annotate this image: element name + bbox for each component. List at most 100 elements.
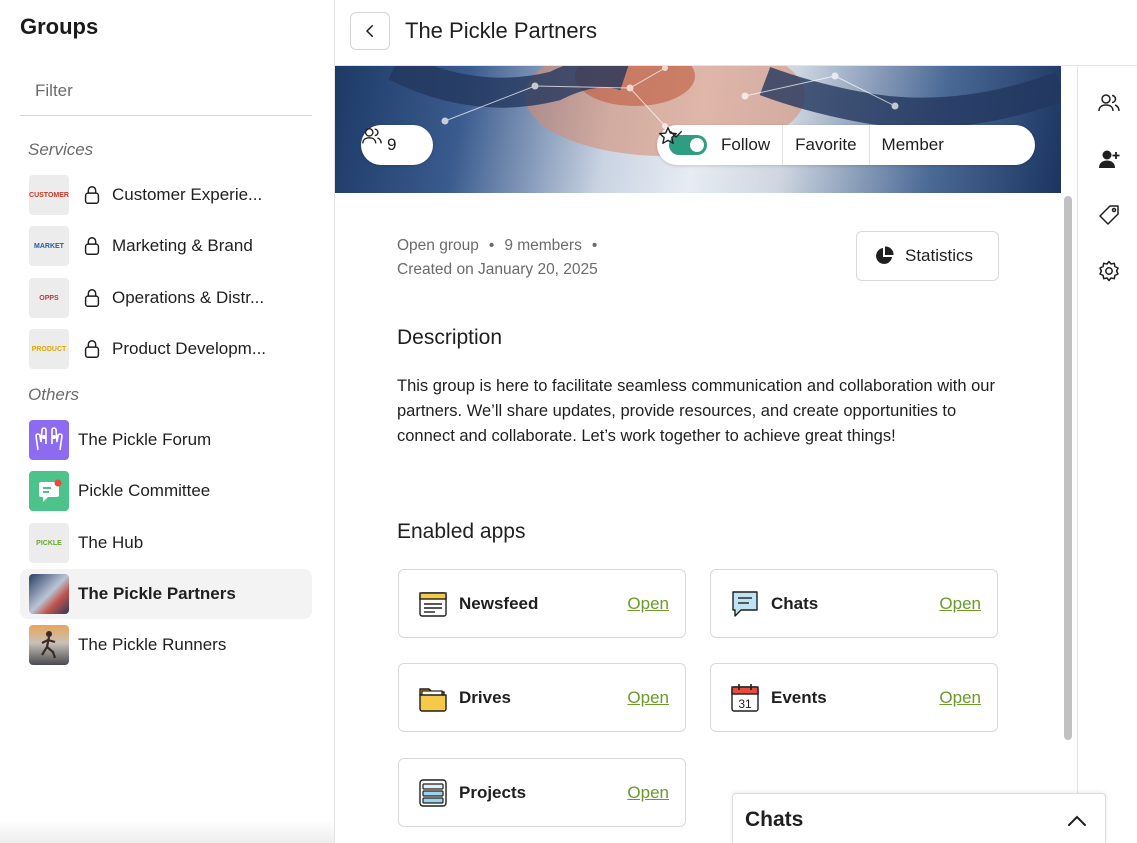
thumbnail-logo-text: CUSTOMER: [29, 191, 69, 199]
group-label: Product Developm...: [112, 339, 267, 358]
section-label-services: Services: [28, 140, 94, 159]
app-name: Chats: [771, 593, 819, 613]
members-icon: [362, 127, 382, 144]
tag-icon[interactable]: [1097, 203, 1121, 227]
group-label: Operations & Distr...: [112, 288, 265, 307]
group-thumbnail: PICKLE: [29, 523, 69, 563]
add-user-icon[interactable]: [1097, 147, 1121, 171]
raised-hands-icon: [35, 427, 63, 451]
group-item-operations-distribution[interactable]: OPPS Operations & Distr...: [20, 273, 312, 323]
sidebar-title: Groups: [20, 14, 99, 39]
group-meta-line-1: Open group • 9 members •: [397, 234, 607, 258]
group-thumbnail: CUSTOMER: [29, 175, 69, 215]
group-label: Pickle Committee: [78, 481, 211, 500]
thumbnail-logo-text: OPPS: [39, 294, 59, 302]
description-heading: Description: [397, 326, 503, 349]
group-thumbnail: [29, 471, 69, 511]
app-card-chats: Chats Open: [710, 569, 998, 638]
main-scrollbar-thumb[interactable]: [1064, 196, 1072, 740]
app-card-drives: Drives Open: [398, 663, 686, 732]
members-icon[interactable]: [1097, 91, 1121, 115]
right-action-rail: [1077, 66, 1137, 843]
member-dropdown[interactable]: Member: [670, 125, 956, 165]
group-item-customer-experience[interactable]: CUSTOMER Customer Experie...: [20, 170, 312, 220]
favorite-button[interactable]: Favorite: [659, 125, 868, 165]
group-thumbnail: OPPS: [29, 278, 69, 318]
app-name: Newsfeed: [459, 593, 539, 613]
open-drives-link[interactable]: Open: [627, 688, 669, 708]
group-item-the-pickle-runners[interactable]: The Pickle Runners: [20, 620, 312, 670]
group-type: Open group: [397, 237, 479, 254]
group-label: The Pickle Runners: [78, 635, 227, 654]
group-item-pickle-committee[interactable]: Pickle Committee: [20, 466, 312, 516]
thumbnail-logo-text: PICKLE: [36, 539, 62, 547]
filter-field-wrapper: [20, 66, 312, 116]
chevron-up-icon[interactable]: [1065, 809, 1089, 833]
gear-icon[interactable]: [1097, 259, 1121, 283]
app-name: Projects: [459, 782, 527, 802]
page-header: The Pickle Partners: [335, 0, 1137, 66]
group-label: Customer Experie...: [112, 185, 263, 204]
member-label: Member: [881, 135, 944, 154]
statistics-label: Statistics: [905, 246, 974, 265]
app-name: Drives: [459, 687, 511, 707]
group-item-the-pickle-partners[interactable]: The Pickle Partners: [20, 569, 312, 619]
enabled-apps-heading: Enabled apps: [397, 520, 526, 543]
thumbnail-logo-text: MARKET: [34, 242, 64, 250]
follow-label: Follow: [721, 135, 771, 154]
member-count: 9: [387, 135, 397, 154]
lock-icon: [84, 289, 100, 307]
lock-icon: [84, 340, 100, 358]
chats-dock-label: Chats: [745, 808, 804, 831]
group-label: The Pickle Forum: [78, 430, 212, 449]
favorite-label: Favorite: [795, 135, 857, 154]
app-name: Events: [771, 687, 827, 707]
group-thumbnail: [29, 420, 69, 460]
chat-bubble-icon: [39, 479, 62, 502]
page-title: The Pickle Partners: [405, 18, 597, 43]
group-label: Marketing & Brand: [112, 236, 253, 255]
chevron-left-icon: [365, 25, 373, 37]
group-item-marketing-brand[interactable]: MARKET Marketing & Brand: [20, 221, 312, 271]
open-projects-link[interactable]: Open: [627, 783, 669, 803]
groups-sidebar: Groups Services CUSTOMER Customer Experi…: [0, 0, 335, 843]
app-card-newsfeed: Newsfeed Open: [398, 569, 686, 638]
filter-input[interactable]: [20, 66, 312, 115]
group-created-date: Created on January 20, 2025: [397, 261, 598, 278]
chats-dock[interactable]: Chats: [732, 793, 1106, 843]
pie-chart-icon: [876, 246, 894, 264]
statistics-button[interactable]: Statistics: [856, 231, 999, 281]
projects-icon: [419, 778, 447, 807]
group-main-content: 9 Follow Favorite Member Open group • 9 me…: [335, 66, 1062, 843]
runner-icon: [41, 631, 57, 659]
chevron-down-icon: [670, 131, 682, 138]
group-thumbnail: [29, 574, 69, 614]
group-meta: Open group • 9 members • Created on January…: [397, 234, 607, 282]
member-count-button[interactable]: 9: [361, 125, 433, 165]
group-item-the-pickle-forum[interactable]: The Pickle Forum: [20, 415, 312, 465]
calendar-day: 31: [738, 697, 752, 711]
group-item-product-development[interactable]: PRODUCT Product Developm...: [20, 324, 312, 374]
section-label-others: Others: [28, 385, 80, 404]
lock-icon: [84, 186, 100, 204]
group-item-the-hub[interactable]: PICKLE The Hub: [20, 518, 312, 568]
group-thumbnail: PRODUCT: [29, 329, 69, 369]
group-label: The Pickle Partners: [78, 584, 236, 603]
open-chats-link[interactable]: Open: [939, 594, 981, 614]
lock-icon: [84, 237, 100, 255]
open-newsfeed-link[interactable]: Open: [627, 594, 669, 614]
open-events-link[interactable]: Open: [939, 688, 981, 708]
newsfeed-icon: [419, 591, 447, 617]
calendar-icon: 31: [731, 683, 759, 712]
app-card-events: 31 Events Open: [710, 663, 998, 732]
chat-bubble-icon: [732, 590, 758, 617]
group-actions-bar: Follow Favorite Member: [657, 125, 1035, 165]
group-banner-image: 9 Follow Favorite Member: [335, 66, 1061, 193]
folder-icon: [419, 687, 447, 712]
group-label: The Hub: [78, 533, 144, 552]
meta-separator: •: [488, 237, 495, 254]
back-button[interactable]: [350, 12, 390, 50]
group-thumbnail: MARKET: [29, 226, 69, 266]
thumbnail-logo-text: PRODUCT: [31, 345, 67, 353]
meta-separator: •: [591, 237, 598, 254]
